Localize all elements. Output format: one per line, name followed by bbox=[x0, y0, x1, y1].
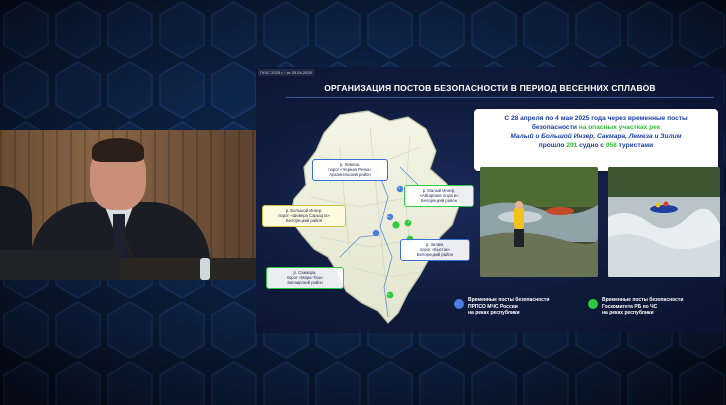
legend-blue: Временные посты безопасности ПРПСО МЧС Р… bbox=[468, 297, 550, 317]
presenter-video bbox=[0, 130, 256, 280]
callout-bolshoy-inzer: р. Большой Инзер, порог «Шиверa Сарыщта»… bbox=[262, 205, 346, 227]
legend-dot-blue bbox=[454, 299, 464, 309]
title-divider bbox=[286, 97, 714, 98]
info-box: С 28 апреля по 4 мая 2025 года через вре… bbox=[474, 109, 718, 171]
rafting-photo-1 bbox=[480, 167, 598, 277]
laptop bbox=[0, 250, 120, 280]
speaker-hair bbox=[92, 138, 144, 162]
legend-dot-green bbox=[588, 299, 598, 309]
callout-zilim: р. Зилим, порог «Кыстак» Белорецкий райо… bbox=[400, 239, 470, 261]
slide-title: ОРГАНИЗАЦИЯ ПОСТОВ БЕЗОПАСНОСТИ В ПЕРИОД… bbox=[324, 83, 656, 93]
slide-stamp: ГКЧС 2025 г. / от 25.04.2025 bbox=[258, 69, 314, 76]
legend-green: Временные посты безопасности Госкомитета… bbox=[602, 297, 684, 317]
presentation-slide: ГКЧС 2025 г. / от 25.04.2025 ОРГАНИЗАЦИЯ… bbox=[256, 67, 724, 333]
marker-inzer-green bbox=[392, 221, 400, 229]
marker-bolshoy bbox=[372, 229, 380, 237]
callout-maly-inzer: р. Малый Инзер, «Айгирские пороги» Белор… bbox=[404, 185, 474, 207]
rafting-photo-2 bbox=[608, 167, 720, 277]
callout-lemeza: р. Лемеза, порог «Черная Речка» Архангел… bbox=[312, 159, 388, 181]
callout-sakmara: р. Сакмара, порог «Мара-Таш» Зилаирский … bbox=[266, 267, 344, 289]
info-text: С 28 апреля по 4 мая 2025 года через вре… bbox=[504, 115, 688, 149]
water-bottle bbox=[200, 258, 210, 280]
